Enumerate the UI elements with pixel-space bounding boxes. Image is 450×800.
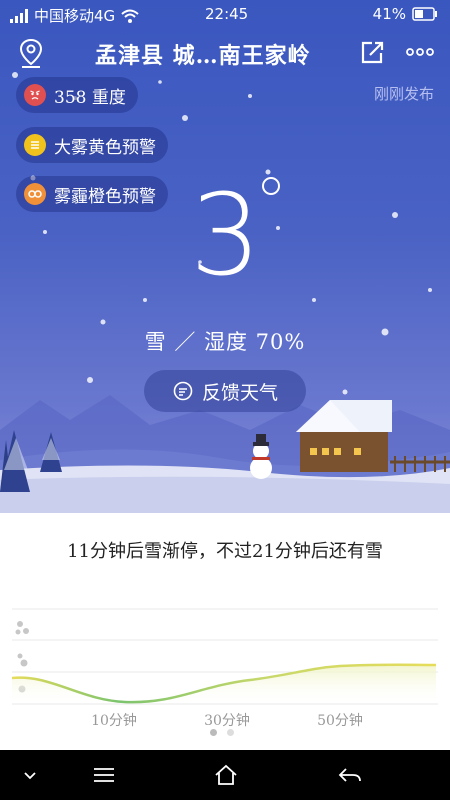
carrier-label: 中国移动4G [34,7,116,25]
aqi-badge[interactable]: 358 重度 [16,77,138,113]
battery-percent: 41% [372,5,406,23]
battery-icon [412,7,437,21]
app-header: 孟津县 城…南王家岭 [0,30,450,76]
clock: 22:45 [205,5,249,23]
page-dot-active [210,729,217,736]
more-icon[interactable] [404,40,436,64]
chat-bubble-icon [173,381,193,401]
x-tick-label: 50分钟 [317,712,363,729]
precipitation-chart: 10分钟 30分钟 50分钟 [11,608,438,729]
moderate-level-icon [17,653,28,667]
signal-icon [10,8,28,23]
location-pin-icon[interactable] [18,38,44,68]
precipitation-forecast: 11分钟后雪渐停，不过21分钟后还有雪 [67,541,383,562]
feedback-label: 反馈天气 [201,381,278,404]
page-dot [227,729,234,736]
back-icon[interactable] [337,763,363,787]
menu-icon[interactable] [91,763,117,787]
chevron-down-icon[interactable] [17,763,43,787]
feedback-weather-button[interactable]: 反馈天气 [144,370,306,412]
system-nav-bar [0,750,450,800]
share-icon[interactable] [358,38,386,66]
degree-symbol [262,177,280,195]
fog-icon [24,134,46,156]
temperature-value: 3 [190,171,262,301]
haze-warning-label: 雾霾橙色预警 [54,186,156,207]
x-tick-label: 30分钟 [204,712,250,729]
haze-icon [24,183,46,205]
haze-warning-badge[interactable]: 雾霾橙色预警 [16,176,168,212]
fog-warning-badge[interactable]: 大雾黄色预警 [16,127,168,163]
status-bar: 中国移动4G 22:45 41% [0,0,450,28]
home-icon[interactable] [213,763,239,787]
aqi-label: 358 重度 [54,87,126,108]
published-label: 刚刚发布 [373,85,434,103]
weather-condition: 雪 ／ 湿度 70% [144,330,306,354]
heavy-level-icon [15,621,29,635]
fog-warning-label: 大雾黄色预警 [54,137,156,158]
x-tick-label: 10分钟 [91,712,137,729]
wifi-icon [121,9,139,23]
page-indicator [210,729,234,736]
angry-face-icon [24,84,46,106]
location-title[interactable]: 孟津县 城…南王家岭 [95,38,311,70]
